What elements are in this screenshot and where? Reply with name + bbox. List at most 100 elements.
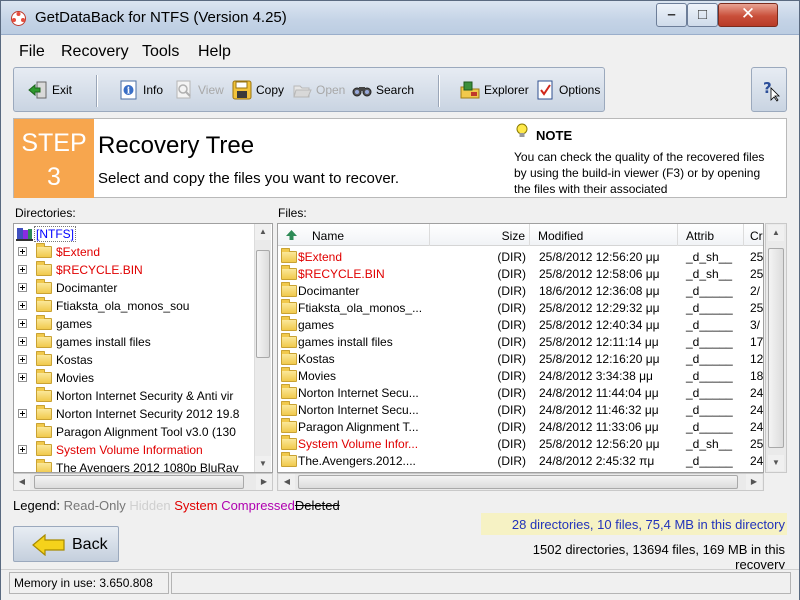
file-vertical-scrollbar[interactable]: ▲ ▼ [765, 223, 787, 473]
view-button[interactable]: View [174, 78, 224, 102]
scroll-down-icon[interactable]: ▼ [255, 456, 271, 472]
tree-item-label: System Volume Information [56, 443, 203, 457]
expand-plus-icon[interactable] [18, 373, 27, 382]
explorer-button[interactable]: Explorer [460, 78, 529, 102]
expand-plus-icon[interactable] [18, 283, 27, 292]
back-button[interactable]: Back [13, 526, 119, 562]
tree-item[interactable]: $RECYCLE.BIN [14, 261, 254, 279]
expand-plus-icon[interactable] [18, 409, 27, 418]
file-row[interactable]: The.Avengers.2012.... (DIR) 24/8/2012 2:45… [278, 452, 764, 469]
tree-item[interactable]: $Extend [14, 243, 254, 261]
tree-item[interactable]: Docimanter [14, 279, 254, 297]
file-row[interactable]: Norton Internet Secu... (DIR) 24/8/2012 11… [278, 384, 763, 401]
tree-vertical-scrollbar[interactable]: ▲ ▼ [254, 224, 271, 472]
tree-item[interactable]: The Avengers 2012 1080p BluRay [14, 459, 254, 472]
folder-icon [281, 248, 297, 263]
file-size: (DIR) [497, 250, 526, 264]
file-attrib: _d_____ [686, 386, 733, 400]
file-modified: 25/8/2012 12:56:20 μμ [539, 250, 660, 264]
tree-scroll-thumb[interactable] [256, 250, 270, 358]
maximize-button[interactable]: □ [687, 3, 718, 27]
expand-plus-icon[interactable] [18, 445, 27, 454]
context-help-button[interactable]: ? [751, 67, 787, 112]
file-scroll-thumb[interactable] [768, 248, 784, 448]
directory-tree[interactable]: [NTFS] $Extend $RECYCLE.BIN Docimanter Ftia… [13, 223, 273, 473]
menu-file[interactable]: File [19, 43, 45, 61]
tree-item[interactable]: Movies [14, 369, 254, 387]
open-folder-icon [293, 85, 312, 98]
folder-icon [36, 279, 52, 294]
minimize-icon: – [667, 6, 676, 23]
tree-root[interactable]: [NTFS] [14, 225, 254, 243]
expand-plus-icon[interactable] [18, 301, 27, 310]
scroll-right-icon[interactable]: ▶ [746, 474, 762, 490]
file-row[interactable]: Paragon Alignment T... (DIR) 24/8/2012 11:… [278, 418, 763, 435]
expand-plus-icon[interactable] [18, 355, 27, 364]
column-modified[interactable]: Modified [530, 224, 678, 246]
copy-button[interactable]: Copy [232, 78, 284, 102]
open-button[interactable]: Open [292, 78, 345, 102]
minimize-button[interactable]: – [656, 3, 687, 27]
file-row[interactable]: Ftiaksta_ola_monos_... (DIR) 25/8/2012 12:… [278, 299, 763, 316]
exit-button[interactable]: Exit [28, 78, 72, 102]
tree-item[interactable]: Norton Internet Security & Anti vir [14, 387, 254, 405]
file-list[interactable]: Name Size Modified Attrib Cr $Extend (DIR… [277, 223, 764, 473]
scroll-down-icon[interactable]: ▼ [768, 455, 784, 471]
file-row[interactable]: $Extend (DIR) 25/8/2012 12:56:20 μμ _d_sh__… [278, 248, 763, 265]
column-name[interactable]: Name [278, 224, 430, 246]
scroll-right-icon[interactable]: ▶ [256, 474, 272, 490]
menu-tools[interactable]: Tools [142, 43, 179, 61]
file-row[interactable]: Movies (DIR) 24/8/2012 3:34:38 μμ _d_____ 18 [278, 367, 763, 384]
file-hscroll-thumb[interactable] [298, 475, 738, 489]
column-size[interactable]: Size [430, 224, 530, 246]
folder-icon [281, 435, 297, 450]
expand-plus-icon[interactable] [18, 337, 27, 346]
binoculars-icon [352, 87, 372, 97]
tree-item[interactable]: games [14, 315, 254, 333]
info-label: Info [143, 83, 164, 97]
scroll-left-icon[interactable]: ◀ [279, 474, 295, 490]
menu-help[interactable]: Help [198, 43, 231, 61]
file-row[interactable]: Norton Internet Secu... (DIR) 24/8/2012 11… [278, 401, 763, 418]
tree-item[interactable]: Paragon Alignment Tool v3.0 (130 [14, 423, 254, 441]
tree-item[interactable]: Ftiaksta_ola_monos_sou [14, 297, 254, 315]
folder-icon [36, 423, 52, 438]
file-name: Paragon Alignment T... [298, 420, 419, 434]
scroll-left-icon[interactable]: ◀ [14, 474, 30, 490]
tree-horizontal-scrollbar[interactable]: ◀ ▶ [13, 473, 273, 491]
info-button[interactable]: i Info [119, 78, 163, 102]
file-created: 25 [750, 267, 764, 281]
title-bar[interactable]: GetDataBack for NTFS (Version 4.25) – □ … [1, 1, 799, 35]
scroll-up-icon[interactable]: ▲ [768, 225, 784, 241]
close-button[interactable]: ✕ [718, 3, 778, 27]
file-row[interactable]: $RECYCLE.BIN (DIR) 25/8/2012 12:58:06 μμ _d… [278, 265, 764, 282]
file-created: 24 [750, 454, 764, 468]
file-size: (DIR) [497, 318, 526, 332]
file-horizontal-scrollbar[interactable]: ◀ ▶ [277, 473, 764, 491]
expand-plus-icon[interactable] [18, 265, 27, 274]
file-row[interactable]: Kostas (DIR) 25/8/2012 12:16:20 μμ _d_____ 1… [278, 350, 763, 367]
file-row[interactable]: games (DIR) 25/8/2012 12:40:34 μμ _d_____ 3/ [278, 316, 763, 333]
legend-hidden: Hidden [129, 498, 171, 513]
options-button[interactable]: Options [535, 78, 600, 102]
file-row[interactable]: Docimanter (DIR) 18/6/2012 12:36:08 μμ _d__… [278, 282, 763, 299]
expand-plus-icon[interactable] [18, 247, 27, 256]
tree-item[interactable]: Kostas [14, 351, 254, 369]
scroll-up-icon[interactable]: ▲ [255, 224, 271, 240]
expand-plus-icon[interactable] [18, 319, 27, 328]
tree-item-label: games [56, 317, 93, 331]
file-row[interactable]: System Volume Infor... (DIR) 25/8/2012 12:… [278, 435, 763, 452]
tree-item-label: $RECYCLE.BIN [56, 263, 143, 277]
file-attrib: _d_____ [686, 352, 733, 366]
search-button[interactable]: Search [352, 78, 414, 102]
tree-hscroll-thumb[interactable] [34, 475, 244, 489]
file-size: (DIR) [497, 301, 526, 315]
tree-item[interactable]: System Volume Information [14, 441, 254, 459]
column-created[interactable]: Cr [744, 224, 763, 246]
file-row[interactable]: games install files (DIR) 25/8/2012 12:11:… [278, 333, 763, 350]
column-attrib[interactable]: Attrib [678, 224, 744, 246]
tree-item[interactable]: Norton Internet Security 2012 19.8 [14, 405, 254, 423]
menu-recovery[interactable]: Recovery [61, 43, 129, 61]
file-name: System Volume Infor... [298, 437, 419, 451]
tree-item[interactable]: games install files [14, 333, 254, 351]
